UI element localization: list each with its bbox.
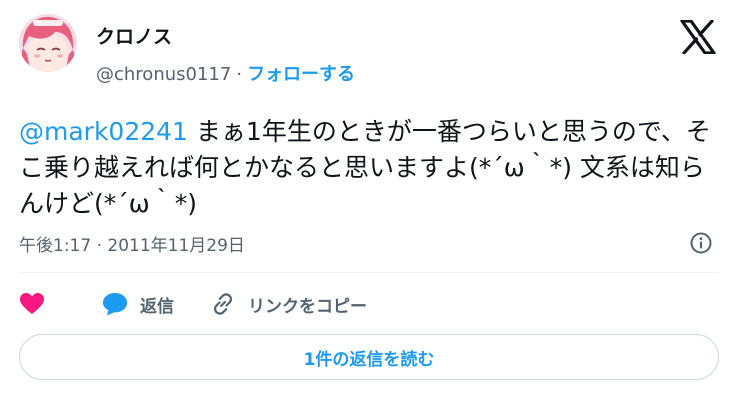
heart-icon: [20, 293, 44, 314]
avatar[interactable]: [19, 14, 77, 72]
reply-label: 返信: [140, 296, 174, 317]
copy-link-label: リンクをコピー: [248, 296, 367, 317]
read-replies-button[interactable]: 1件の返信を読む: [19, 334, 719, 380]
author-display-name[interactable]: クロノス: [96, 22, 172, 49]
link-icon: [213, 293, 233, 315]
author-handle[interactable]: @chronus0117: [96, 64, 231, 85]
separator-dot: ·: [236, 64, 243, 85]
follow-button[interactable]: フォローする: [247, 64, 355, 85]
mention-link[interactable]: @mark02241: [19, 117, 188, 146]
copy-link-button[interactable]: リンクをコピー: [210, 291, 367, 317]
tweet-timestamp[interactable]: 午後1:17 · 2011年11月29日: [19, 231, 245, 256]
like-button[interactable]: [19, 291, 45, 317]
author-handle-row: @chronus0117 · フォローする: [96, 60, 355, 86]
x-logo-icon[interactable]: [680, 19, 716, 55]
reply-bubble-icon: [103, 293, 127, 316]
info-icon[interactable]: [689, 231, 713, 255]
reply-button[interactable]: 返信: [102, 292, 174, 317]
action-bar: 返信 リンクをコピー: [19, 288, 367, 320]
avatar-image: [19, 14, 77, 72]
divider: [19, 272, 719, 273]
tweet-embed-card: クロノス @chronus0117 · フォローする @mark02241 まぁ1年…: [0, 0, 740, 407]
tweet-text: @mark02241 まぁ1年生のときが一番つらいと思うので、そこ乗り越えれば何…: [19, 114, 719, 222]
